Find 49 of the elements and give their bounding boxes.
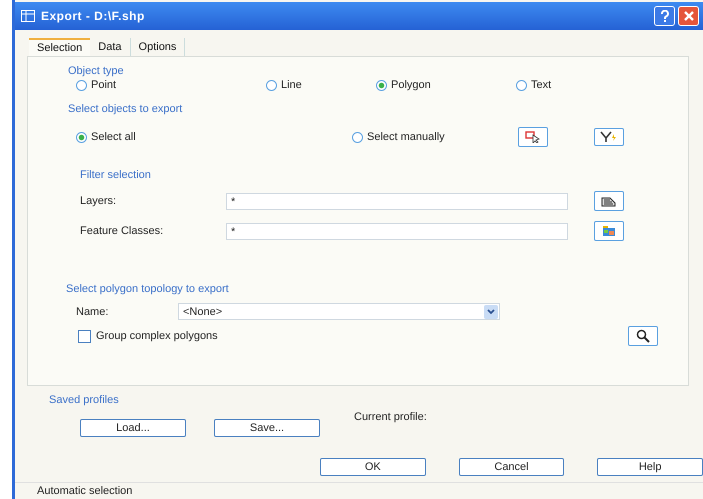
tab[interactable]: Selection — [29, 38, 90, 56]
dialog-button[interactable]: OK — [320, 458, 426, 476]
current-profile-label: Current profile: — [354, 411, 427, 423]
radio-button[interactable] — [352, 132, 363, 142]
radio-button[interactable] — [266, 80, 277, 90]
radio-option[interactable]: Polygon — [376, 79, 516, 91]
search-button[interactable] — [628, 326, 658, 346]
profile-button[interactable]: Save... — [214, 419, 320, 437]
classes-button[interactable] — [594, 221, 624, 241]
dialog-button[interactable]: Cancel — [458, 458, 564, 476]
radio-option[interactable]: Text — [516, 79, 616, 91]
layers-button[interactable] — [594, 191, 624, 211]
section-label: Select objects to export — [68, 103, 184, 115]
field-label: Name: — [76, 306, 110, 318]
section-label: Select polygon topology to export — [66, 283, 230, 295]
input-field[interactable]: * — [226, 222, 568, 240]
radio-option[interactable]: Select manually — [352, 131, 518, 143]
radio-option[interactable]: Point — [76, 79, 266, 91]
filter-button[interactable] — [594, 128, 624, 146]
field-label: Layers: — [80, 195, 118, 207]
radio-button[interactable] — [376, 80, 387, 90]
section-label: Filter selection — [80, 169, 152, 181]
search-icon — [636, 329, 650, 343]
section-label: Object type — [68, 65, 125, 77]
radio-button[interactable] — [76, 80, 87, 90]
help-button[interactable] — [654, 6, 675, 26]
name-dropdown[interactable]: <None> — [178, 303, 500, 320]
grid-icon — [21, 10, 35, 22]
help-icon — [660, 10, 670, 22]
checkbox[interactable]: Group complex polygons — [78, 330, 218, 342]
field-label: Feature Classes: — [80, 225, 164, 237]
radio-option[interactable]: Line — [266, 79, 376, 91]
status-text: Automatic selection — [37, 485, 132, 497]
filter-icon — [600, 131, 618, 143]
close-button[interactable] — [678, 6, 699, 26]
input-field[interactable]: * — [226, 192, 568, 210]
section-label: Saved profiles — [49, 394, 120, 406]
select-cursor-icon — [525, 131, 541, 143]
classes-icon — [601, 225, 617, 237]
window-title: Export - D:\F.shp — [41, 9, 145, 23]
chevron-down-icon — [484, 304, 498, 318]
profile-button[interactable]: Load... — [80, 419, 186, 437]
layers-icon — [601, 195, 617, 207]
dialog-button[interactable]: Help — [597, 458, 703, 476]
close-icon — [682, 10, 694, 22]
pick-button[interactable] — [518, 127, 548, 147]
radio-option[interactable]: Select all — [76, 131, 352, 143]
radio-button[interactable] — [516, 80, 527, 90]
radio-button[interactable] — [76, 132, 87, 142]
